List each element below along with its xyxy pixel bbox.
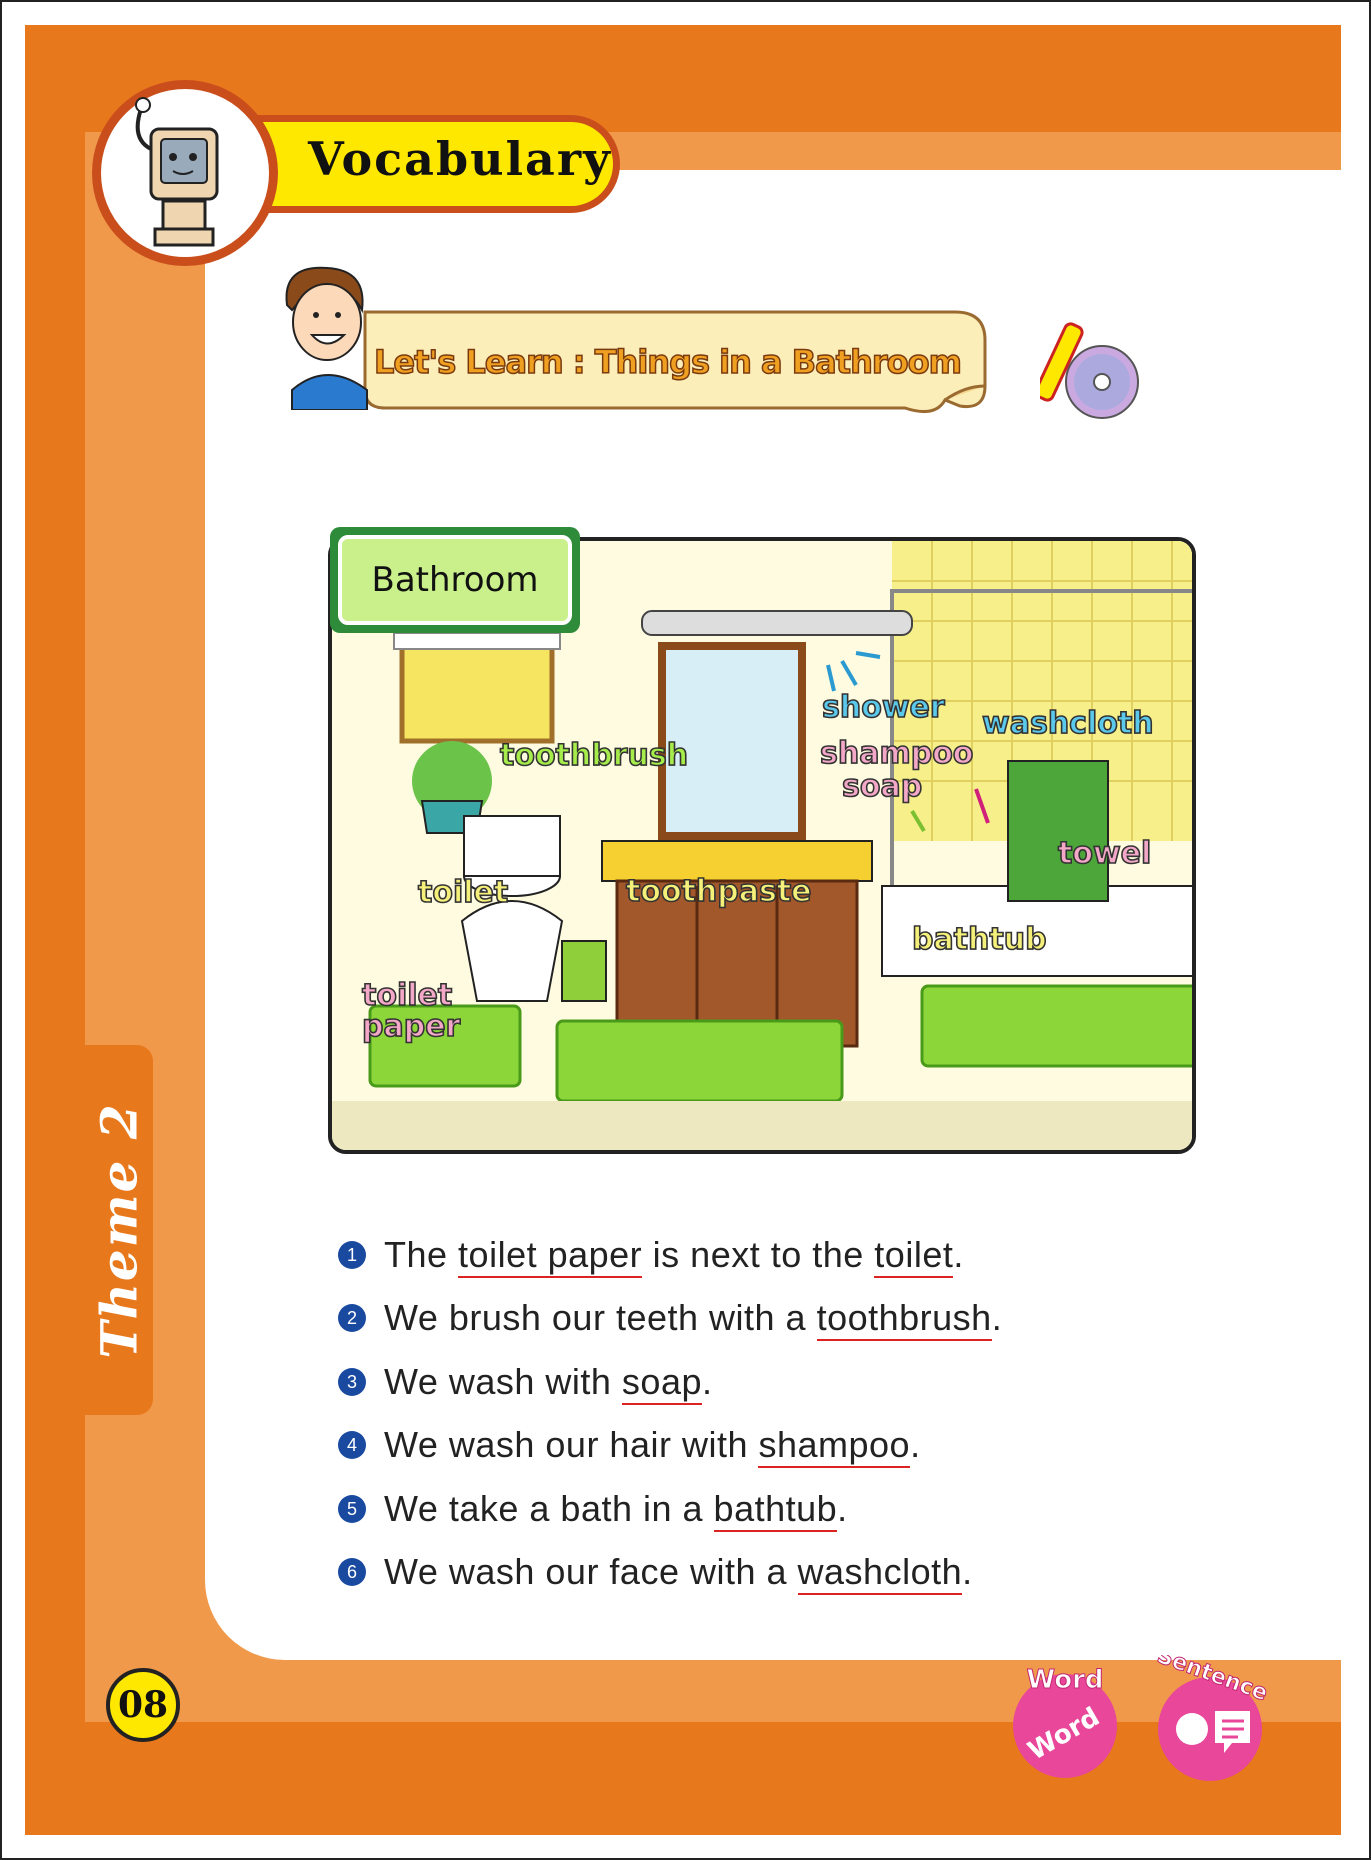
sentence-2: 2 We brush our teeth with a toothbrush. [338, 1296, 1003, 1341]
vocab-word: toothbrush [816, 1297, 992, 1341]
sentence-5: 5 We take a bath in a bathtub. [338, 1487, 848, 1532]
label-shower: shower [821, 690, 945, 725]
robot-mascot-icon [135, 97, 219, 247]
label-soap: soap [841, 769, 923, 804]
sentence-text: We wash our hair with shampoo. [384, 1424, 921, 1468]
vocab-word: washcloth [797, 1551, 963, 1595]
sentence-part: . [910, 1424, 921, 1465]
sentence-number: 4 [338, 1431, 366, 1459]
sentence-part: We wash our face with a [384, 1551, 798, 1592]
label-shampoo: shampoo [819, 736, 974, 771]
theme-tab-label: Theme 2 [89, 1101, 149, 1359]
sentence-text: We wash with soap. [384, 1361, 713, 1405]
section-title: Vocabulary [308, 132, 612, 186]
mascot-circle [92, 80, 278, 266]
sentence-part: We wash our hair with [384, 1424, 759, 1465]
sentence-text: The toilet paper is next to the toilet. [384, 1234, 964, 1278]
label-toilet-paper-line2: paper [361, 1009, 461, 1044]
theme-tab-label-wrap: Theme 2 [78, 1060, 160, 1400]
sentence-number: 3 [338, 1368, 366, 1396]
sentence-part: We brush our teeth with a [384, 1297, 817, 1338]
word-badge-icon[interactable]: Word Word [1005, 1660, 1125, 1780]
label-washcloth: washcloth [981, 706, 1154, 741]
sentence-badge-icon[interactable]: Sentence [1140, 1655, 1280, 1785]
cd-and-pen-icon [1040, 322, 1139, 419]
sentence-part: . [991, 1297, 1003, 1338]
sentence-number: 1 [338, 1241, 366, 1269]
sentence-number: 2 [338, 1304, 366, 1332]
label-bathtub: bathtub [911, 922, 1047, 957]
sentence-part: . [962, 1551, 973, 1592]
sentence-part: The [384, 1234, 459, 1275]
sentence-text: We wash our face with a washcloth. [384, 1551, 973, 1595]
sentence-part: . [702, 1361, 713, 1402]
boy-icon [285, 266, 368, 410]
sentence-number: 5 [338, 1495, 366, 1523]
scene-title: Bathroom [371, 560, 539, 600]
sentence-1: 1 The toilet paper is next to the toilet… [338, 1233, 964, 1278]
page-number: 08 [117, 1684, 169, 1726]
vocab-word: shampoo [758, 1424, 911, 1468]
sentence-4: 4 We wash our hair with shampoo. [338, 1423, 921, 1468]
label-toilet: toilet [417, 875, 509, 910]
vocab-word: soap [621, 1361, 702, 1405]
sentence-text: We take a bath in a bathtub. [384, 1488, 848, 1532]
sentence-6: 6 We wash our face with a washcloth. [338, 1550, 973, 1595]
vocab-word: toilet paper [458, 1234, 643, 1278]
sentence-part: . [837, 1488, 848, 1529]
sentence-part: We take a bath in a [384, 1488, 714, 1529]
word-badge-top-text: Word [1026, 1665, 1103, 1695]
page-number-badge: 08 [106, 1668, 180, 1742]
vocab-word: toilet [874, 1234, 954, 1278]
sentence-text: We brush our teeth with a toothbrush. [384, 1297, 1003, 1341]
lesson-title: Let's Learn : Things in a Bathroom [373, 342, 962, 382]
label-towel: towel [1057, 836, 1152, 871]
vocab-word: bathtub [713, 1488, 838, 1532]
label-toothpaste: toothpaste [625, 874, 812, 909]
sentence-number: 6 [338, 1558, 366, 1586]
sentence-part: . [953, 1234, 964, 1275]
sentence-part: We wash with [384, 1361, 622, 1402]
label-toilet-paper-line1: toilet [361, 978, 453, 1013]
sentence-3: 3 We wash with soap. [338, 1360, 713, 1405]
sentence-part: is next to the [642, 1234, 875, 1275]
scene-title-box: Bathroom [338, 535, 572, 625]
label-toothbrush: toothbrush [499, 738, 689, 773]
